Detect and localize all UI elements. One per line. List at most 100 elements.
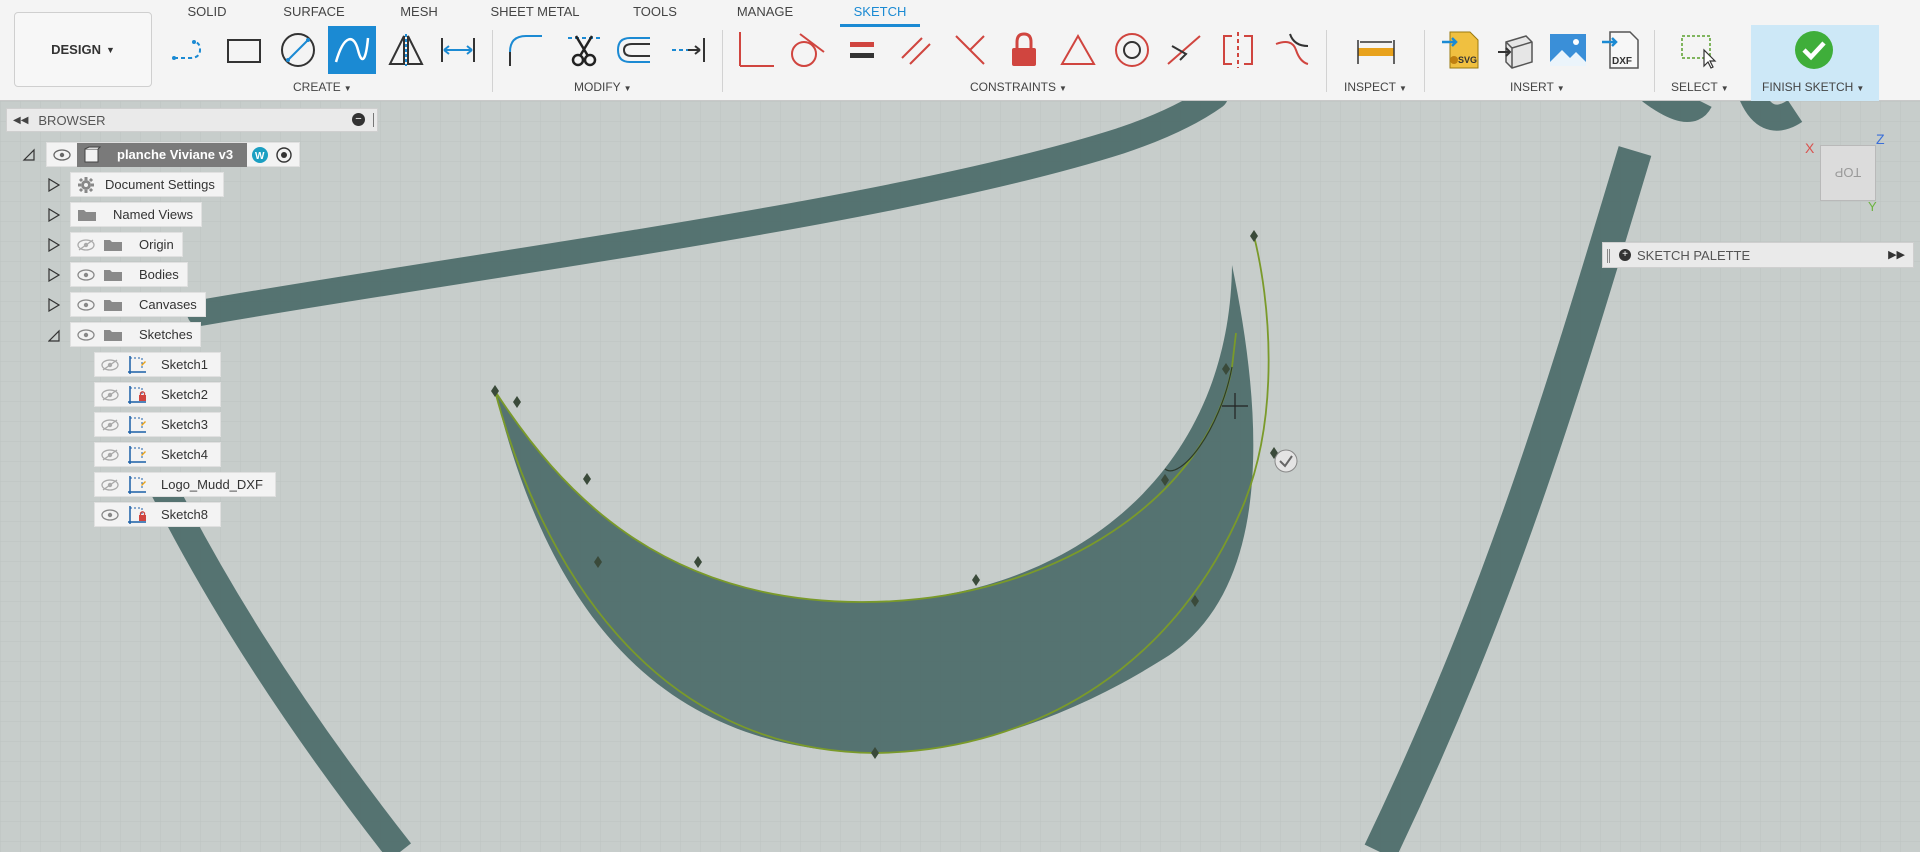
- modify-group-label[interactable]: MODIFY ▼: [574, 80, 632, 94]
- insert-mesh-tool[interactable]: [1494, 28, 1538, 72]
- collinear-icon: [1167, 35, 1201, 65]
- tab-surface[interactable]: SURFACE: [282, 2, 346, 26]
- collinear-tool[interactable]: [1162, 28, 1206, 72]
- coincident-tool[interactable]: [734, 28, 778, 72]
- spline-tool[interactable]: [328, 26, 376, 74]
- expand-panel-icon[interactable]: ▶▶: [1888, 248, 1905, 261]
- expand-plus-icon[interactable]: +: [1619, 249, 1631, 261]
- inspect-group-label[interactable]: INSPECT ▼: [1344, 80, 1407, 94]
- sketch-item[interactable]: Logo_Mudd_DXF: [94, 472, 276, 497]
- eye-hidden-icon[interactable]: [101, 478, 119, 491]
- browser-item-sketches[interactable]: Sketches: [48, 322, 202, 347]
- extend-tool[interactable]: [666, 28, 710, 72]
- eye-hidden-icon[interactable]: [101, 358, 119, 371]
- constraints-group-label[interactable]: CONSTRAINTS ▼: [970, 80, 1067, 94]
- insert-dxf-tool[interactable]: DXF: [1600, 28, 1644, 72]
- expand-triangle-icon[interactable]: [48, 297, 60, 312]
- minimize-icon[interactable]: −: [352, 113, 365, 126]
- finish-check-icon: [1795, 31, 1833, 69]
- create-label: CREATE: [293, 80, 341, 94]
- select-group-label[interactable]: SELECT ▼: [1671, 80, 1729, 94]
- root-label: planche Viviane v3: [117, 147, 234, 162]
- trim-icon: [568, 35, 600, 67]
- finish-label: FINISH SKETCH: [1762, 80, 1854, 94]
- midpoint-tool[interactable]: [1056, 28, 1100, 72]
- expand-triangle-icon[interactable]: [48, 237, 60, 252]
- create-group-label[interactable]: CREATE ▼: [293, 80, 352, 94]
- panel-grip-icon[interactable]: [1607, 249, 1610, 263]
- tab-sketch[interactable]: SKETCH: [840, 2, 920, 27]
- panel-grip-icon[interactable]: [373, 113, 375, 127]
- eye-icon[interactable]: [53, 148, 71, 161]
- eye-hidden-icon[interactable]: [101, 388, 119, 401]
- expand-triangle-icon[interactable]: [48, 177, 60, 192]
- caret-down-icon: ▼: [343, 84, 352, 93]
- eye-hidden-icon[interactable]: [101, 448, 119, 461]
- insert-svg-tool[interactable]: SVG: [1440, 28, 1484, 72]
- workspace-switcher[interactable]: DESIGN ▼: [14, 12, 152, 87]
- window-select-tool[interactable]: [1676, 28, 1720, 72]
- line-tool[interactable]: [168, 28, 212, 72]
- radio-target-icon[interactable]: [275, 146, 293, 164]
- browser-item-origin[interactable]: Origin: [48, 232, 183, 257]
- finish-sketch-tool[interactable]: [1792, 28, 1836, 72]
- collapse-triangle-icon[interactable]: [48, 328, 60, 342]
- fix-tool[interactable]: [1002, 28, 1046, 72]
- perpendicular-tool[interactable]: [948, 28, 992, 72]
- active-component-icon[interactable]: W: [251, 146, 269, 164]
- window-select-icon: [1681, 35, 1717, 69]
- tab-solid[interactable]: SOLID: [182, 2, 232, 26]
- tangent-tool[interactable]: [784, 28, 828, 72]
- sketch-palette-title: SKETCH PALETTE: [1637, 247, 1751, 263]
- tab-mesh[interactable]: MESH: [398, 2, 440, 26]
- browser-item-bodies[interactable]: Bodies: [48, 262, 188, 287]
- sketch-item[interactable]: Sketch4: [94, 442, 221, 467]
- eye-icon[interactable]: [101, 508, 119, 521]
- expand-triangle-icon[interactable]: [48, 267, 60, 282]
- tab-sheet-metal[interactable]: SHEET METAL: [490, 2, 580, 26]
- insert-group-label[interactable]: INSERT ▼: [1510, 80, 1565, 94]
- symmetry-tool[interactable]: [1216, 28, 1260, 72]
- collapse-triangle-icon[interactable]: [22, 148, 36, 162]
- browser-item-document-settings[interactable]: Document Settings: [48, 172, 224, 197]
- tab-manage[interactable]: MANAGE: [733, 2, 797, 26]
- root-component[interactable]: planche Viviane v3: [77, 142, 248, 167]
- mirror-tool[interactable]: [384, 28, 428, 72]
- inspect-label: INSPECT: [1344, 80, 1397, 94]
- curvature-tool[interactable]: [1270, 28, 1314, 72]
- sketch-item[interactable]: Sketch2: [94, 382, 221, 407]
- sketch-item[interactable]: Sketch1: [94, 352, 221, 377]
- finish-group-label[interactable]: FINISH SKETCH ▼: [1762, 80, 1864, 94]
- sketch-item[interactable]: Sketch3: [94, 412, 221, 437]
- offset-icon: [616, 37, 650, 63]
- eye-icon[interactable]: [77, 268, 95, 281]
- browser-root-node[interactable]: planche Viviane v3 W: [22, 142, 301, 167]
- sketch-item[interactable]: Sketch8: [94, 502, 221, 527]
- equal-tool[interactable]: [840, 28, 884, 72]
- parallel-tool[interactable]: [894, 28, 938, 72]
- eye-hidden-icon[interactable]: [77, 238, 95, 251]
- browser-panel-header[interactable]: ◀◀ BROWSER −: [6, 108, 378, 132]
- sketch-canvas[interactable]: [0, 101, 1920, 852]
- svg-text:W: W: [255, 151, 265, 162]
- eye-hidden-icon[interactable]: [101, 418, 119, 431]
- expand-triangle-icon[interactable]: [48, 207, 60, 222]
- sketch-palette-header[interactable]: + SKETCH PALETTE ▶▶: [1602, 242, 1914, 268]
- circle-tool[interactable]: [276, 28, 320, 72]
- canvas-image-tool[interactable]: [1546, 28, 1590, 72]
- view-cube[interactable]: TOP: [1820, 145, 1876, 201]
- concentric-tool[interactable]: [1110, 28, 1154, 72]
- offset-tool[interactable]: [612, 28, 656, 72]
- eye-icon[interactable]: [77, 298, 95, 311]
- measure-tool[interactable]: [1354, 28, 1398, 72]
- collapse-panel-icon[interactable]: ◀◀: [13, 115, 28, 126]
- browser-item-canvases[interactable]: Canvases: [48, 292, 206, 317]
- ribbon-toolbar: DESIGN ▼ SOLID SURFACE MESH SHEET METAL …: [0, 0, 1920, 101]
- dimension-tool[interactable]: [436, 28, 480, 72]
- rectangle-tool[interactable]: [222, 28, 266, 72]
- eye-icon[interactable]: [77, 328, 95, 341]
- browser-item-named-views[interactable]: Named Views: [48, 202, 202, 227]
- trim-tool[interactable]: [562, 28, 606, 72]
- tab-tools[interactable]: TOOLS: [630, 2, 680, 26]
- fillet-tool[interactable]: [504, 28, 548, 72]
